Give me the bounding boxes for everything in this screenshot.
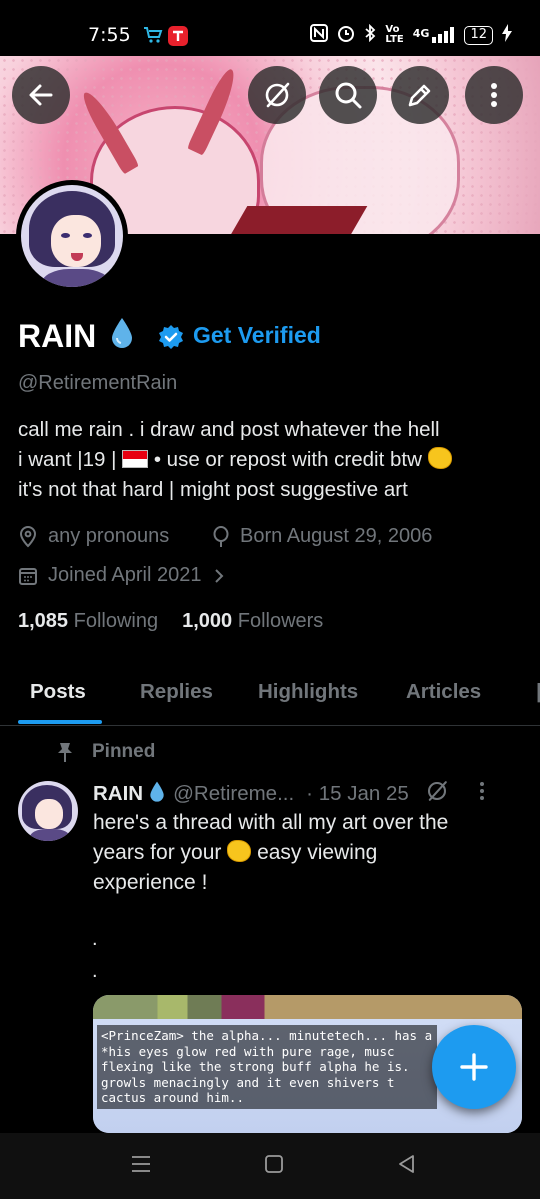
post-dot: . [92,928,98,950]
tab-articles[interactable]: Articles [406,680,481,704]
media-blocks [93,995,522,1019]
media-chat-text: <PrinceZam> the alpha... minutetech... h… [97,1025,437,1109]
avatar-image [21,185,123,287]
post-author-handle[interactable]: @Retireme... [173,782,294,806]
profile-avatar[interactable] [16,180,128,292]
post-date[interactable]: · 15 Jan 25 [306,782,409,806]
post-author-avatar[interactable] [18,781,78,841]
menu-icon[interactable] [130,1153,152,1180]
back-button[interactable] [12,66,70,124]
followers-count: 1,000 [182,610,233,632]
active-tab-indicator [18,720,102,724]
grok-icon [265,82,290,108]
followers-link[interactable]: 1,000 Followers [182,610,323,633]
bio-line: call me rain . i draw and post whatever … [18,418,440,441]
post-author-name[interactable]: RAIN [93,782,143,806]
water-drop-emoji-icon [149,780,165,808]
pinned-label-row: Pinned [56,741,155,763]
avatar-body [41,269,111,287]
charging-icon [502,24,512,46]
status-time: 7:55 [88,24,131,46]
following-link[interactable]: 1,085 Following [18,610,158,633]
search-icon [335,82,362,109]
born-text: Born August 29, 2006 [240,525,433,547]
bio-text: • use or repost with credit btw [153,448,422,471]
back-arrow-icon [29,84,53,106]
pinned-label: Pinned [92,741,156,762]
bluetooth-icon [364,23,376,46]
search-button[interactable] [319,66,377,124]
fist-emoji-icon [427,447,452,469]
profile-joined[interactable]: Joined April 2021 [18,564,235,587]
post-text-line: experience ! [93,871,208,894]
profile-handle: @RetirementRain [18,372,178,394]
profile-tabs: Posts Replies Highlights Articles | [0,670,540,726]
post-header: RAIN @Retireme... · 15 Jan 25 [93,779,485,809]
indonesia-flag-icon [122,450,149,468]
balloon-icon [213,525,229,547]
follow-stats: 1,085 Following 1,000 Followers [18,610,323,633]
status-bar: 7:55 Vo LTE 4G 12 [0,0,540,56]
signal-icon: 4G [413,27,456,43]
battery-icon: 12 [464,25,493,45]
app-notification-icon [168,26,188,46]
bio-line: it's not that hard | might post suggesti… [18,478,408,501]
post-dot: . [92,960,98,982]
avatar-body [30,829,70,841]
grok-icon[interactable] [425,779,449,809]
profile-bio: call me rain . i draw and post whatever … [18,415,528,505]
location-pin-icon [19,525,37,547]
grok-button[interactable] [248,66,306,124]
pencil-icon [408,84,431,107]
joined-text: Joined April 2021 [48,564,202,586]
calendar-icon [19,567,37,585]
tab-highlights[interactable]: Highlights [258,680,358,704]
post-text-part: years for your [93,841,222,864]
following-count: 1,085 [18,610,69,632]
post-more-icon[interactable] [479,781,485,807]
get-verified-link[interactable]: Get Verified [193,322,321,349]
avatar-eye [83,233,92,238]
nfc-icon [310,24,329,46]
system-nav-bar [0,1133,540,1199]
followers-label: Followers [237,610,324,632]
compose-post-button[interactable] [432,1025,516,1109]
tab-overflow[interactable]: | [536,680,540,704]
chevron-right-icon [215,568,224,583]
post-text[interactable]: here's a thread with all my art over the… [93,808,513,898]
pronouns-text: any pronouns [48,525,170,547]
volte-icon: Vo LTE [385,24,404,45]
edit-button[interactable] [391,66,449,124]
avatar-eye [61,233,70,238]
tab-posts[interactable]: Posts [30,680,86,704]
bio-line: i want |19 | • use or repost with credit… [18,445,528,475]
profile-name-row: RAIN [18,316,134,356]
tab-replies[interactable]: Replies [140,680,213,704]
profile-birthday: Born August 29, 2006 [212,525,432,548]
network-type: 4G [412,27,430,40]
pin-icon [58,743,72,762]
water-drop-emoji-icon [110,316,134,356]
post-text-part: easy viewing [257,841,378,864]
shopping-cart-icon [143,26,163,44]
battery-level: 12 [470,26,487,42]
alarm-icon [337,24,355,46]
more-button[interactable] [465,66,523,124]
fist-emoji-icon [227,840,252,862]
avatar-face [35,799,63,829]
post-text-line: years for your easy viewing [93,838,513,868]
back-nav-icon[interactable] [396,1153,418,1180]
post-text-line: here's a thread with all my art over the [93,811,449,834]
more-vertical-icon [491,83,497,107]
following-label: Following [73,610,159,632]
bio-text: i want |19 | [18,448,117,471]
verified-badge-icon[interactable] [158,324,184,355]
profile-name: RAIN [18,317,97,354]
plus-icon [460,1053,488,1081]
home-icon[interactable] [263,1153,285,1180]
profile-pronouns: any pronouns [18,525,169,548]
